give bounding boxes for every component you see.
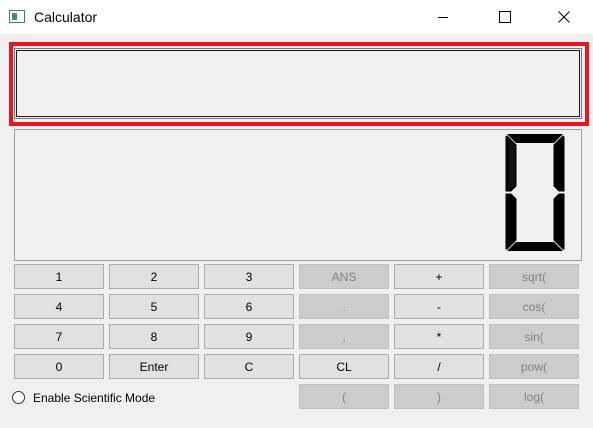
scientific-mode-label: Enable Scientific Mode: [33, 390, 156, 405]
right-paren-button[interactable]: ): [394, 384, 484, 409]
digit-3-button[interactable]: 3: [204, 264, 294, 289]
pow-button[interactable]: pow(: [489, 354, 579, 379]
comma-button[interactable]: ,: [299, 324, 389, 349]
divide-button[interactable]: /: [394, 354, 484, 379]
maximize-icon: [499, 11, 511, 23]
minimize-button[interactable]: [420, 0, 466, 34]
title-bar: Calculator: [0, 0, 593, 34]
digit-5-button[interactable]: 5: [109, 294, 199, 319]
log-button[interactable]: log(: [489, 384, 579, 409]
clear-button[interactable]: C: [204, 354, 294, 379]
minus-button[interactable]: -: [394, 294, 484, 319]
enter-button[interactable]: Enter: [109, 354, 199, 379]
scientific-mode-radio[interactable]: [12, 391, 25, 404]
scientific-mode-toggle[interactable]: Enable Scientific Mode: [12, 389, 155, 406]
digit-9-button[interactable]: 9: [204, 324, 294, 349]
plus-button[interactable]: +: [394, 264, 484, 289]
digit-1-button[interactable]: 1: [14, 264, 104, 289]
close-icon: [558, 11, 570, 23]
lcd-display-panel: [14, 129, 582, 261]
ans-button[interactable]: ANS: [299, 264, 389, 289]
digit-7-button[interactable]: 7: [14, 324, 104, 349]
left-paren-button[interactable]: (: [299, 384, 389, 409]
digit-2-button[interactable]: 2: [109, 264, 199, 289]
digit-8-button[interactable]: 8: [109, 324, 199, 349]
digit-6-button[interactable]: 6: [204, 294, 294, 319]
minimize-icon: [438, 17, 448, 18]
window-title: Calculator: [34, 9, 98, 25]
digit-4-button[interactable]: 4: [14, 294, 104, 319]
digit-0-button[interactable]: 0: [14, 354, 104, 379]
close-button[interactable]: [541, 0, 587, 34]
decimal-point-button[interactable]: .: [299, 294, 389, 319]
calculator-app-icon: [9, 10, 25, 23]
expression-input[interactable]: [14, 48, 582, 119]
maximize-button[interactable]: [482, 0, 528, 34]
multiply-button[interactable]: *: [394, 324, 484, 349]
clear-line-button[interactable]: CL: [299, 354, 389, 379]
sin-button[interactable]: sin(: [489, 324, 579, 349]
cos-button[interactable]: cos(: [489, 294, 579, 319]
lcd-digit: [505, 134, 565, 251]
sqrt-button[interactable]: sqrt(: [489, 264, 579, 289]
